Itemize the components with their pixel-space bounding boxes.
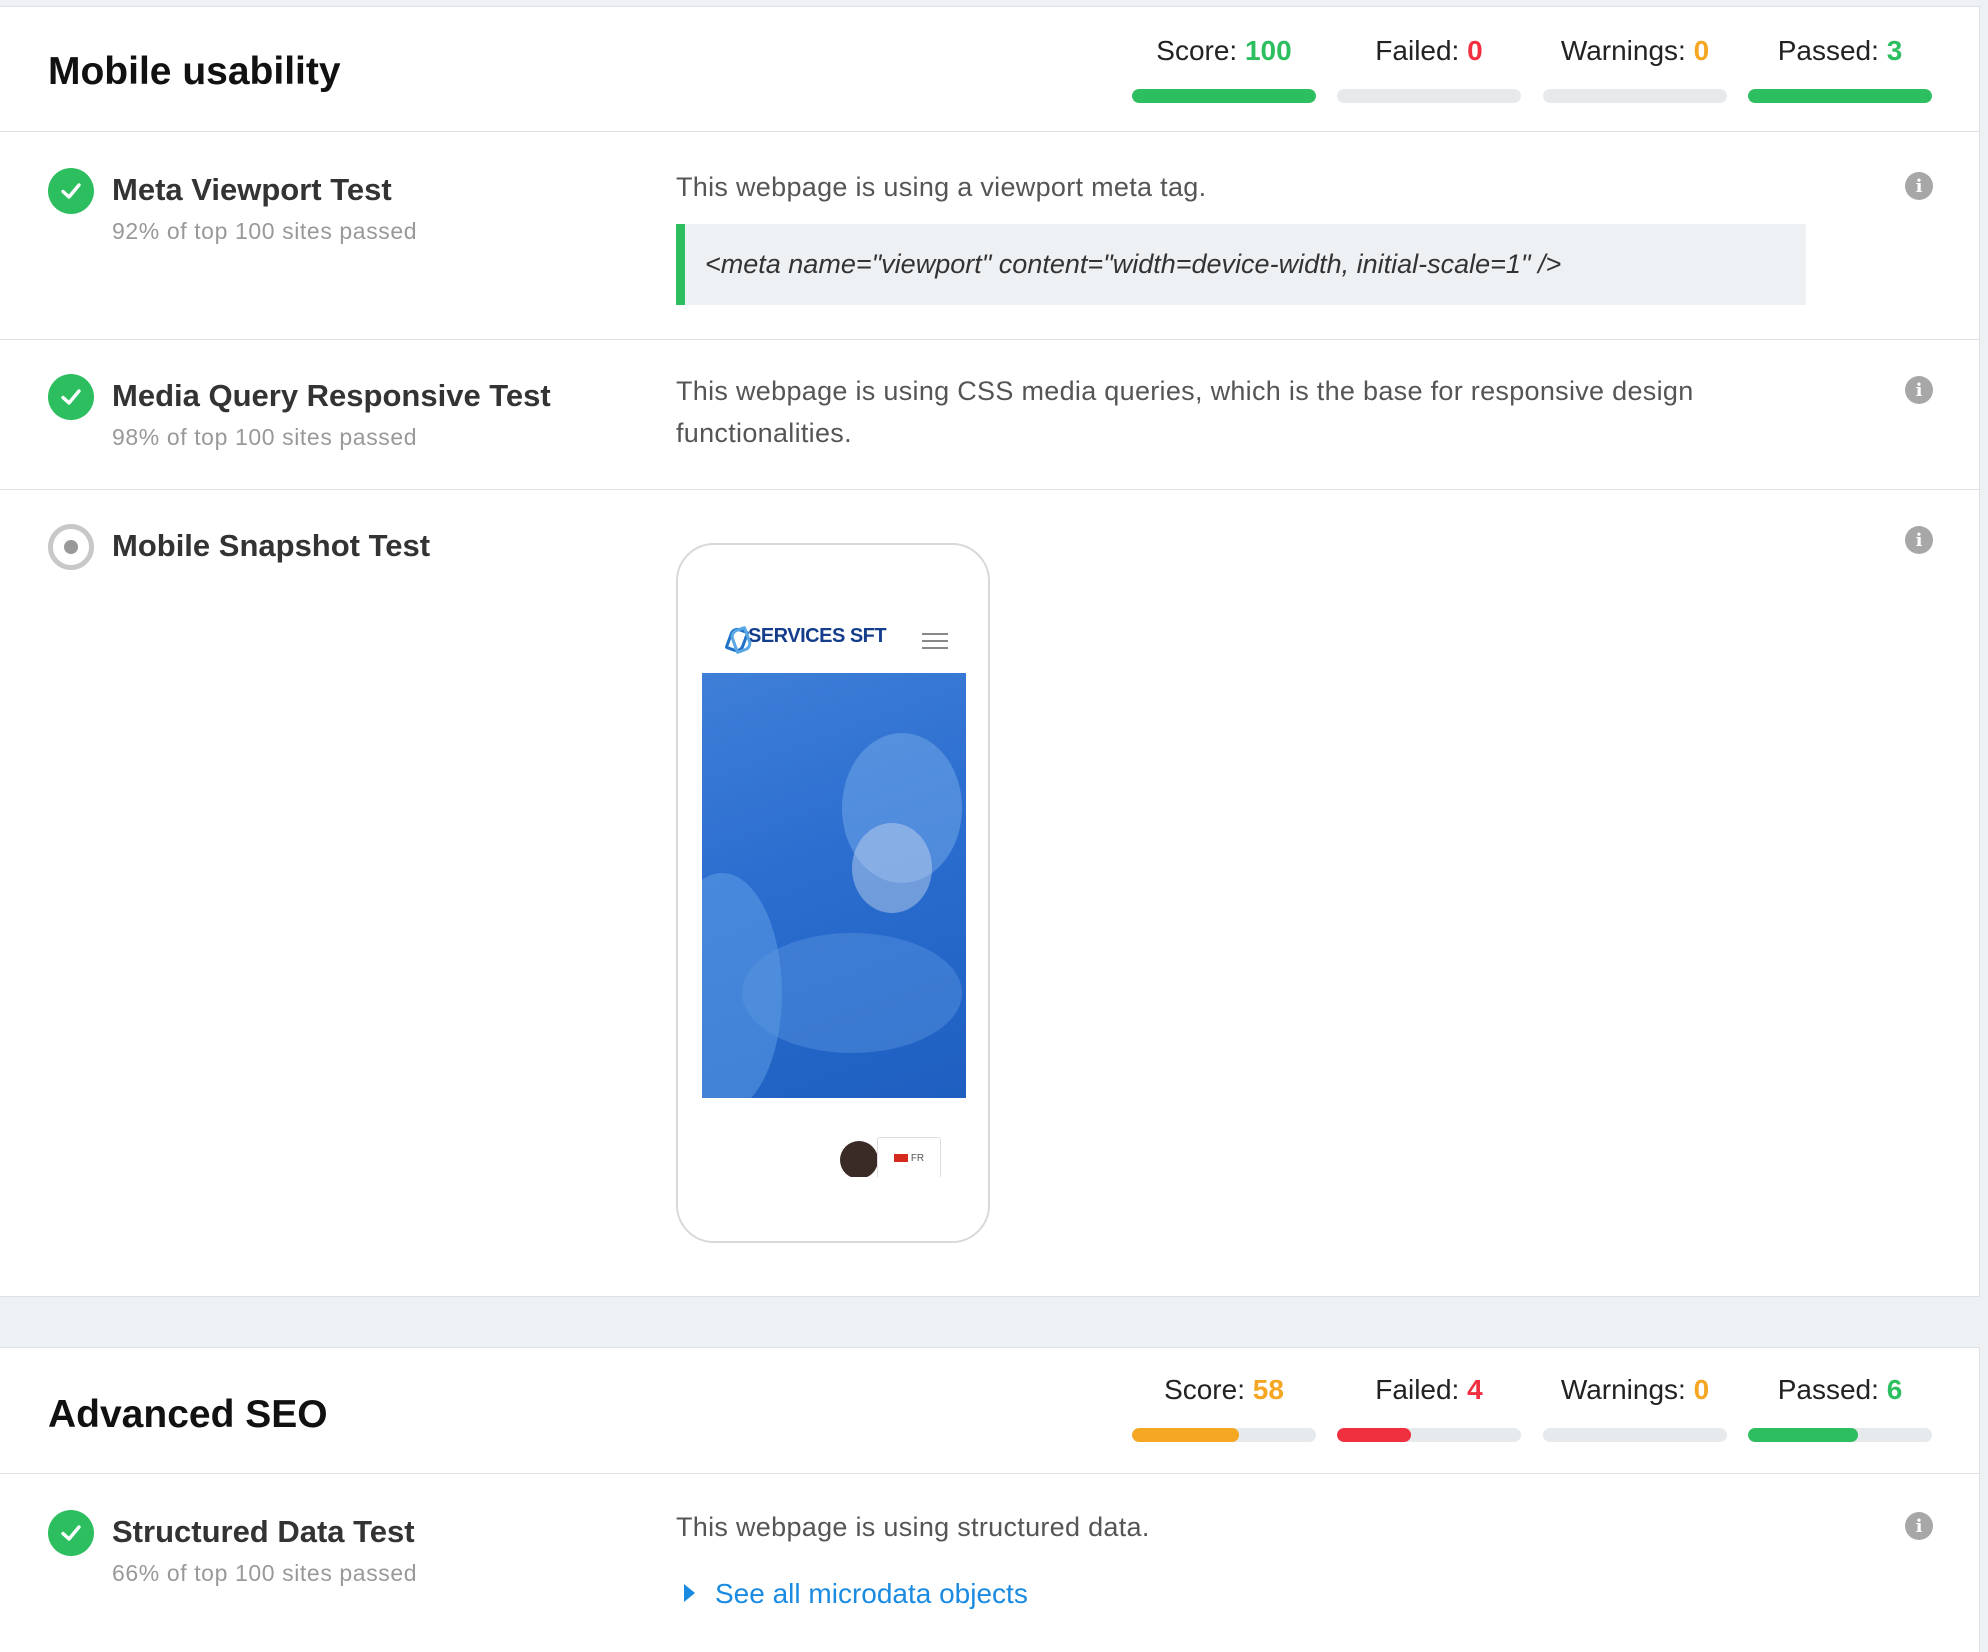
- test-pass-rate: 66% of top 100 sites passed: [112, 1560, 418, 1586]
- score-value: 58: [1252, 1374, 1284, 1405]
- phone-hero-image: [702, 673, 966, 1098]
- caret-right-icon: [684, 1583, 695, 1602]
- score-stat: Score: 100: [1132, 33, 1316, 103]
- section-header: Mobile usability Score: 100 Failed: 0 Wa…: [0, 7, 1979, 132]
- see-microdata-link[interactable]: See all microdata objects: [684, 1578, 1028, 1610]
- hamburger-menu-icon: [922, 633, 948, 654]
- check-circle-icon: [48, 1510, 94, 1556]
- failed-bar: [1337, 1428, 1521, 1442]
- code-snippet: <meta name="viewport" content="width=dev…: [676, 224, 1806, 305]
- passed-label: Passed:: [1777, 35, 1887, 66]
- passed-bar: [1748, 89, 1932, 103]
- warnings-value: 0: [1693, 1374, 1710, 1405]
- score-label: Score:: [1156, 35, 1245, 66]
- mobile-snapshot-phone: SERVICES SFT FR: [676, 543, 990, 1243]
- section-header: Advanced SEO Score: 58 Failed: 4 Warning…: [0, 1348, 1979, 1474]
- failed-bar: [1337, 89, 1521, 103]
- warnings-bar: [1543, 89, 1727, 103]
- failed-stat: Failed: 4: [1337, 1372, 1521, 1442]
- media-query-test-row: Media Query Responsive Test 98% of top 1…: [0, 340, 1979, 490]
- info-icon[interactable]: i: [1905, 1512, 1933, 1540]
- passed-bar-fill: [1748, 89, 1932, 103]
- meta-viewport-test-row: Meta Viewport Test 92% of top 100 sites …: [0, 132, 1979, 340]
- passed-bar-fill: [1748, 1428, 1859, 1442]
- passed-stat: Passed: 3: [1748, 33, 1932, 103]
- failed-label: Failed:: [1375, 35, 1468, 66]
- check-circle-icon: [48, 168, 94, 214]
- score-bar-fill: [1132, 89, 1316, 103]
- see-microdata-label: See all microdata objects: [715, 1578, 1028, 1609]
- phone-bottom-area: [678, 1177, 988, 1241]
- score-bar: [1132, 1428, 1316, 1442]
- phone-brand-text: SERVICES SFT: [748, 625, 887, 647]
- info-icon[interactable]: i: [1905, 376, 1933, 404]
- passed-label: Passed:: [1777, 1374, 1887, 1405]
- phone-lang-text: FR: [910, 1152, 925, 1164]
- failed-value: 4: [1467, 1374, 1483, 1405]
- phone-site-logo: SERVICES SFT: [724, 625, 887, 648]
- passed-value: 3: [1886, 35, 1903, 66]
- test-title: Media Query Responsive Test: [112, 378, 551, 413]
- score-bar: [1132, 89, 1316, 103]
- warnings-stat: Warnings: 0: [1543, 33, 1727, 103]
- warnings-label: Warnings:: [1560, 35, 1694, 66]
- test-title: Structured Data Test: [112, 1514, 415, 1549]
- test-title: Meta Viewport Test: [112, 172, 392, 207]
- failed-stat: Failed: 0: [1337, 33, 1521, 103]
- phone-language-badge: FR: [877, 1137, 941, 1179]
- test-pass-rate: 92% of top 100 sites passed: [112, 218, 418, 244]
- mobile-usability-card: Mobile usability Score: 100 Failed: 0 Wa…: [0, 6, 1980, 1297]
- phone-avatar: [840, 1141, 878, 1179]
- logo-icon: [724, 626, 746, 648]
- test-description: This webpage is using a viewport meta ta…: [676, 172, 1207, 202]
- score-stat: Score: 58: [1132, 1372, 1316, 1442]
- failed-bar-fill: [1337, 1428, 1411, 1442]
- score-value: 100: [1244, 35, 1292, 66]
- score-label: Score:: [1164, 1374, 1253, 1405]
- warnings-bar: [1543, 1428, 1727, 1442]
- structured-data-test-row: Structured Data Test 66% of top 100 site…: [0, 1474, 1979, 1652]
- radio-dot-icon: [48, 524, 94, 570]
- section-title: Mobile usability: [48, 50, 341, 93]
- failed-value: 0: [1467, 35, 1483, 66]
- warnings-label: Warnings:: [1560, 1374, 1694, 1405]
- warnings-stat: Warnings: 0: [1543, 1372, 1727, 1442]
- test-pass-rate: 98% of top 100 sites passed: [112, 424, 418, 450]
- test-description: This webpage is using structured data.: [676, 1512, 1150, 1542]
- test-title: Mobile Snapshot Test: [112, 528, 431, 563]
- section-title: Advanced SEO: [48, 1393, 328, 1436]
- passed-stat: Passed: 6: [1748, 1372, 1932, 1442]
- passed-bar: [1748, 1428, 1932, 1442]
- info-icon[interactable]: i: [1905, 172, 1933, 200]
- info-icon[interactable]: i: [1905, 526, 1933, 554]
- failed-label: Failed:: [1375, 1374, 1468, 1405]
- passed-value: 6: [1886, 1374, 1903, 1405]
- warnings-value: 0: [1693, 35, 1710, 66]
- check-circle-icon: [48, 374, 94, 420]
- test-description: This webpage is using CSS media queries,…: [676, 376, 1694, 448]
- score-bar-fill: [1132, 1428, 1239, 1442]
- flag-icon: [893, 1154, 908, 1162]
